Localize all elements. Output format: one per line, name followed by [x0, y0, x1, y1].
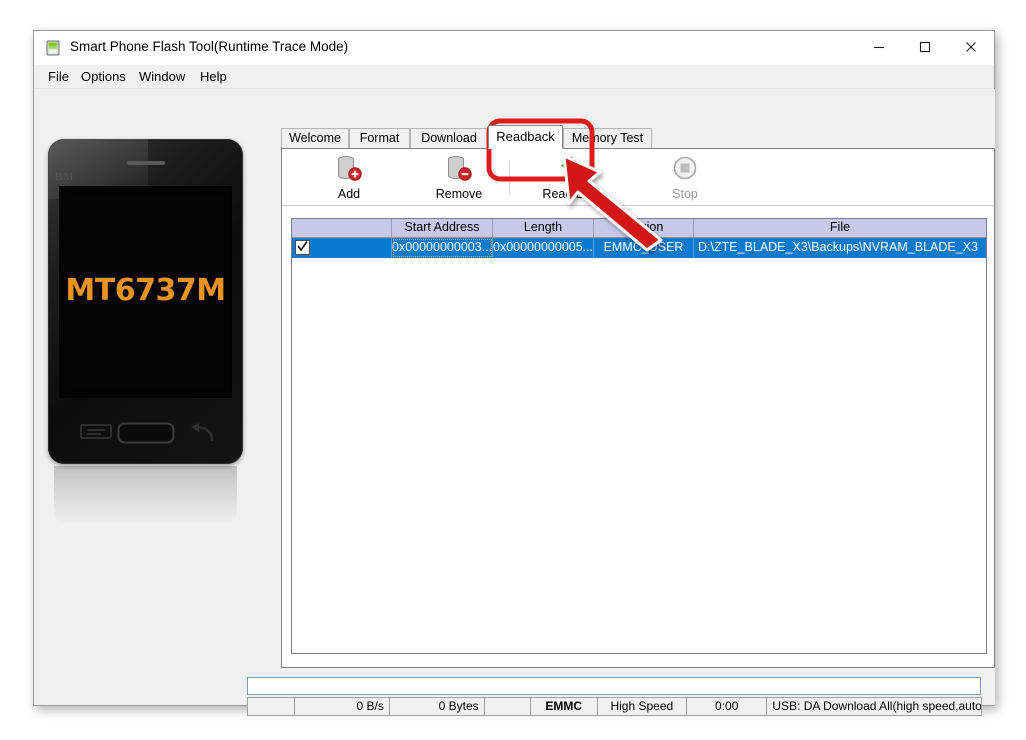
column-header-region[interactable]: Region [594, 219, 694, 237]
status-connection: USB: DA Download All(high speed,auto det… [766, 697, 983, 716]
phone-illustration: BM MT6737M [48, 139, 243, 529]
readback-toolbar: Add Remove Read Back Stop [282, 149, 994, 206]
read-back-arrow-icon [558, 156, 588, 184]
tab-welcome[interactable]: Welcome [281, 128, 349, 149]
add-button-label: Add [337, 187, 361, 201]
chipset-label: MT6737M [65, 273, 226, 308]
status-elapsed: 0:00 [686, 697, 768, 716]
tab-download[interactable]: Download [410, 128, 488, 149]
tab-readback[interactable]: Readback [488, 125, 563, 149]
stop-button[interactable]: Stop [642, 153, 728, 203]
watermark-label: BM [55, 171, 75, 183]
status-blank [483, 697, 531, 716]
application-window: Smart Phone Flash Tool(Runtime Trace Mod… [33, 30, 995, 716]
phone-reflection [54, 466, 237, 524]
menu-button-icon [80, 422, 114, 447]
main-content-panel: Welcome Format Download Readback Memory … [247, 89, 995, 716]
menu-bar: File Options Window Help [34, 65, 994, 89]
menu-item-help[interactable]: Help [194, 68, 233, 85]
window-title: Smart Phone Flash Tool(Runtime Trace Mod… [70, 39, 349, 54]
status-bytes: 0 Bytes [388, 697, 485, 716]
row-checkbox[interactable] [295, 240, 310, 255]
menu-item-window[interactable]: Window [133, 68, 191, 85]
phone-navigation-bar [48, 402, 243, 464]
cell-file[interactable]: D:\ZTE_BLADE_X3\Backups\NVRAM_BLADE_X3 [694, 238, 986, 258]
status-spacer [247, 697, 296, 716]
status-speed: 0 B/s [294, 697, 390, 716]
column-header-start-address[interactable]: Start Address [392, 219, 493, 237]
status-bar: 0 B/s 0 Bytes EMMC High Speed 0:00 USB: … [247, 697, 983, 716]
home-button-icon [117, 422, 175, 449]
cell-start-address[interactable]: 0x00000000003... [392, 238, 493, 258]
phone-body: BM MT6737M [48, 139, 243, 464]
status-usb-speed: High Speed [596, 697, 688, 716]
remove-disk-icon [445, 156, 473, 184]
phone-earpiece-icon [126, 161, 165, 165]
stop-button-label: Stop [672, 187, 698, 201]
flash-tool-icon [45, 40, 61, 56]
read-back-button-label: Read Back [542, 187, 604, 201]
column-header-file[interactable]: File [694, 219, 986, 237]
remove-button[interactable]: Remove [416, 153, 502, 203]
readback-table[interactable]: Start Address Length Region File 0x00000… [291, 218, 987, 654]
remove-button-label: Remove [435, 187, 483, 201]
title-bar: Smart Phone Flash Tool(Runtime Trace Mod… [34, 31, 994, 65]
back-button-icon [186, 422, 218, 449]
menu-item-options[interactable]: Options [75, 68, 132, 85]
phone-screen: MT6737M [59, 186, 232, 398]
column-header-select[interactable] [292, 219, 392, 237]
close-button[interactable] [948, 31, 994, 62]
row-checkbox-cell[interactable] [292, 238, 392, 258]
add-button[interactable]: Add [306, 153, 392, 203]
cell-length[interactable]: 0x00000000005... [493, 238, 594, 258]
add-disk-icon [335, 156, 363, 184]
minimize-button[interactable] [856, 31, 902, 62]
cell-region[interactable]: EMMC_USER [594, 238, 694, 258]
readback-tab-page: Add Remove Read Back Stop Start Address … [281, 148, 995, 668]
tab-memory-test[interactable]: Memory Test [563, 128, 652, 149]
tab-bar: Welcome Format Download Readback Memory … [281, 125, 995, 149]
maximize-button[interactable] [902, 31, 948, 62]
menu-item-file[interactable]: File [42, 68, 75, 85]
read-back-button[interactable]: Read Back [530, 153, 616, 203]
progress-bar [247, 677, 981, 695]
status-storage: EMMC [529, 697, 598, 716]
stop-icon [672, 156, 698, 184]
table-row[interactable]: 0x00000000003... 0x00000000005... EMMC_U… [292, 238, 986, 258]
screenshot-root: Smart Phone Flash Tool(Runtime Trace Mod… [0, 0, 1026, 740]
tab-format[interactable]: Format [349, 128, 410, 149]
table-header-row: Start Address Length Region File [292, 219, 986, 238]
device-preview-panel: BM MT6737M [35, 89, 247, 705]
toolbar-separator [509, 161, 510, 195]
column-header-length[interactable]: Length [493, 219, 594, 237]
